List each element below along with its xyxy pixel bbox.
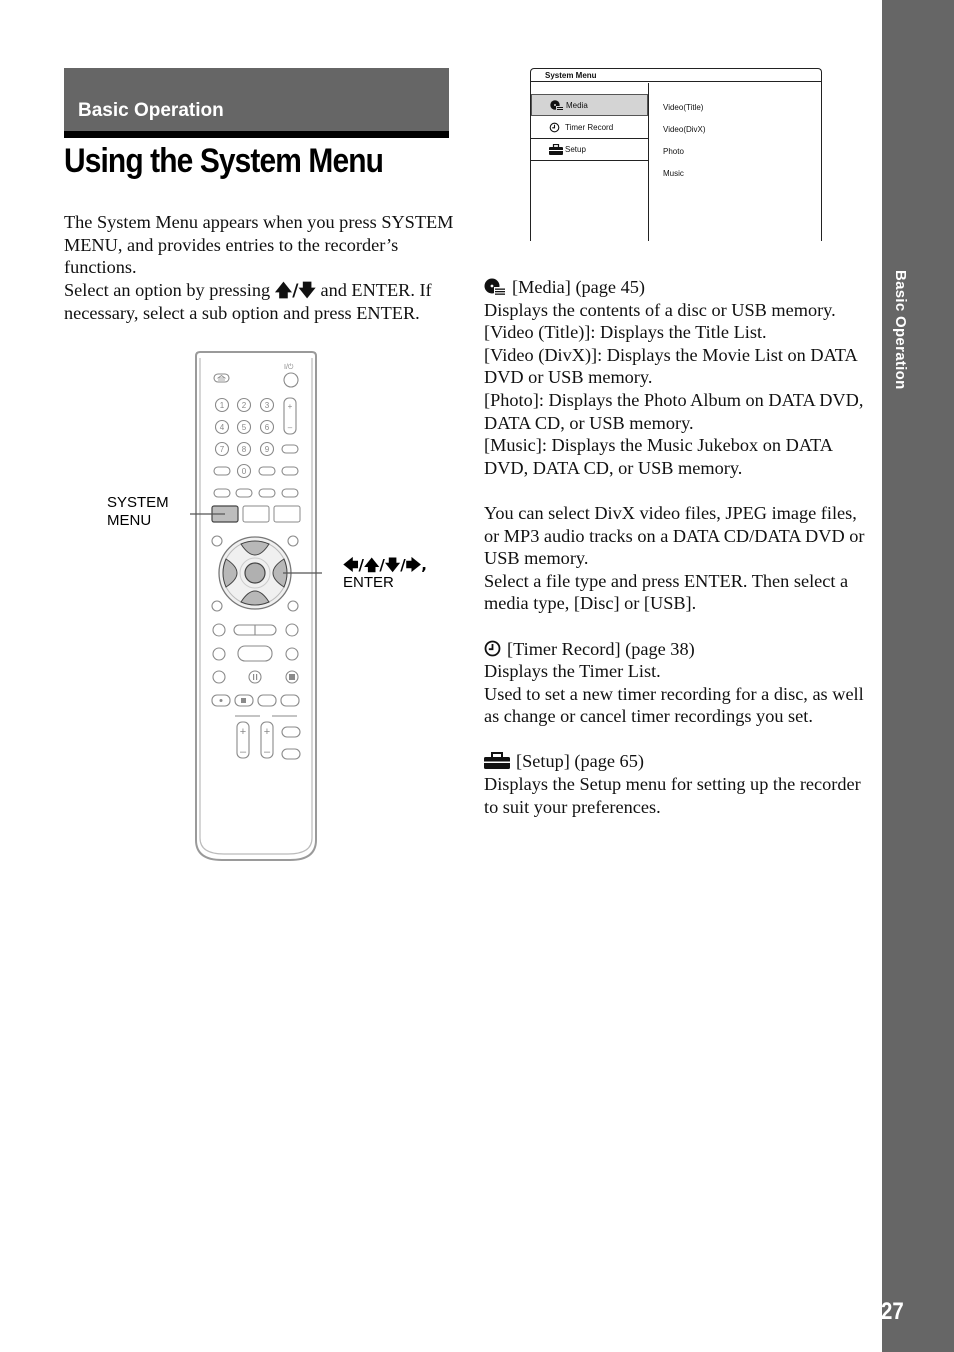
media-line: [Video (DivX)]: Displays the Movie List …: [484, 344, 857, 388]
system-menu-sub-item[interactable]: Music: [663, 163, 706, 185]
media-disc-icon: [550, 100, 563, 111]
svg-text:–: –: [288, 423, 293, 432]
media-heading-text: [Media] (page 45): [512, 277, 645, 297]
callout-enter: 🡄/🡅/🡇/🡆, ENTER: [343, 556, 427, 592]
timer-heading-text: [Timer Record] (page 38): [507, 638, 695, 659]
setup-line: Displays the Setup menu for setting up t…: [484, 774, 861, 817]
system-menu-item-timer-record[interactable]: Timer Record: [531, 117, 648, 139]
media-line: [Video (Title)]: Displays the Title List…: [484, 322, 767, 343]
side-tab-label: Basic Operation: [892, 270, 915, 390]
timer-line: Displays the Timer List.: [484, 661, 661, 682]
timer-line: Used to set a new timer recording for a …: [484, 683, 864, 727]
svg-text:+: +: [288, 402, 293, 411]
svg-text:–: –: [264, 746, 271, 758]
svg-text:0: 0: [242, 467, 247, 476]
toolbox-icon: [549, 144, 563, 155]
svg-text:+: +: [240, 726, 246, 738]
media-note-2: Select a file type and press ENTER. Then…: [484, 570, 849, 614]
system-menu-item-label: Timer Record: [565, 123, 614, 132]
up-down-arrows-icon: 🡅/🡇: [274, 280, 316, 301]
intro-p2-before: Select an option by pressing: [64, 279, 275, 300]
media-note-1: You can select DivX video files, JPEG im…: [484, 502, 865, 569]
svg-text:8: 8: [242, 445, 247, 454]
svg-text:–: –: [240, 746, 247, 758]
intro-paragraph-2: Select an option by pressing 🡅/🡇 and ENT…: [64, 279, 456, 325]
svg-text:+: +: [264, 726, 270, 738]
callout-enter-label: ENTER: [343, 574, 394, 591]
system-menu-item-media[interactable]: Media: [531, 94, 648, 116]
toolbox-icon: [484, 752, 510, 770]
svg-text:I/⏻: I/⏻: [284, 363, 294, 371]
page-title: Using the System Menu: [64, 142, 384, 180]
svg-text:9: 9: [265, 445, 270, 454]
svg-text:7: 7: [220, 445, 225, 454]
system-menu-item-setup[interactable]: Setup: [531, 139, 648, 161]
svg-text:6: 6: [265, 423, 270, 432]
media-disc-icon: [484, 278, 506, 295]
right-column: [Media] (page 45) Displays the contents …: [484, 276, 874, 818]
clock-icon: [484, 640, 501, 656]
page-number: 27: [881, 1298, 904, 1325]
remote-control-illustration: I/⏻ 1 2 3 4 5 6 7 8 9 0 + – +– +–: [190, 351, 322, 861]
intro-paragraph-1: The System Menu appears when you press S…: [64, 212, 454, 278]
svg-text:5: 5: [242, 423, 247, 432]
timer-heading: [Timer Record] (page 38): [484, 638, 874, 661]
system-menu-sub-item[interactable]: Video(Title): [663, 97, 706, 119]
system-menu-left-pane: Media Timer Record Setup: [531, 83, 649, 241]
system-menu-sub-item[interactable]: Video(DivX): [663, 119, 706, 141]
system-menu-item-label: Setup: [565, 145, 586, 154]
system-menu-title: System Menu: [531, 69, 821, 82]
arrow-keys-icon: 🡄/🡅/🡇/🡆,: [343, 556, 427, 574]
svg-text:3: 3: [265, 401, 270, 410]
media-line: [Music]: Displays the Music Jukebox on D…: [484, 435, 832, 478]
media-line: Displays the contents of a disc or USB m…: [484, 299, 836, 320]
clock-icon: [549, 122, 560, 133]
callout-system-line1: SYSTEM: [107, 494, 169, 511]
side-tab-label-text: Basic Operation: [892, 270, 909, 390]
intro-text: The System Menu appears when you press S…: [64, 211, 456, 325]
callout-system-menu: SYSTEM MENU: [107, 494, 169, 530]
setup-heading-text: [Setup] (page 65): [516, 751, 644, 772]
system-menu-item-label: Media: [566, 101, 588, 110]
system-menu-screen: System Menu Media Timer Record Setup Vid…: [530, 68, 822, 241]
system-menu-sub-item[interactable]: Photo: [663, 141, 706, 163]
svg-text:1: 1: [220, 401, 225, 410]
media-heading: [Media] (page 45): [484, 276, 874, 299]
section-label: Basic Operation: [78, 100, 224, 121]
section-rule: [64, 131, 449, 138]
svg-text:2: 2: [242, 401, 247, 410]
media-line: [Photo]: Displays the Photo Album on DAT…: [484, 389, 864, 433]
system-menu-right-pane: Video(Title) Video(DivX) Photo Music: [663, 97, 706, 185]
svg-text:4: 4: [220, 423, 225, 432]
side-tab: [882, 0, 954, 1352]
callout-system-line2: MENU: [107, 512, 152, 529]
setup-heading: [Setup] (page 65): [484, 750, 874, 773]
